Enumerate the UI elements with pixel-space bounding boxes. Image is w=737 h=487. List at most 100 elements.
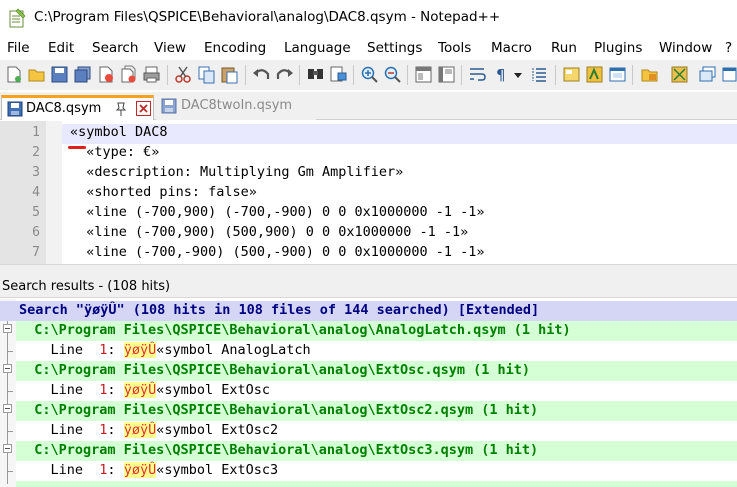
redo-icon[interactable] <box>275 65 294 84</box>
show-all-chars-icon[interactable]: ¶ <box>491 65 510 84</box>
close-all-icon[interactable] <box>119 65 138 84</box>
replace-icon[interactable] <box>329 65 348 84</box>
save-icon[interactable] <box>50 65 69 84</box>
sync-v-icon[interactable] <box>414 65 433 84</box>
indent-guide-icon[interactable] <box>530 65 549 84</box>
open-file-icon[interactable] <box>27 65 46 84</box>
result-line-row[interactable]: Line 1: ÿøÿÛ«symbol ExtOsc3 <box>16 461 737 481</box>
fold-line <box>7 314 8 484</box>
fold-toggle-icon[interactable] <box>3 404 12 413</box>
code-line[interactable]: «line (-700,900) (-700,-900) 0 0 0x10000… <box>70 204 484 220</box>
zoom-in-icon[interactable] <box>360 65 379 84</box>
menu-edit[interactable]: Edit <box>48 40 74 56</box>
code-line[interactable]: «symbol DAC8 <box>70 124 168 140</box>
search-summary-row[interactable]: Search "ÿøÿÛ" (108 hits in 108 files of … <box>0 301 737 321</box>
code-line[interactable]: «line (-700,-900) (500,-900) 0 0 0x10000… <box>70 244 484 260</box>
result-file-row[interactable]: C:\Program Files\QSPICE\Behavioral\analo… <box>16 361 737 381</box>
sync-h-icon[interactable] <box>437 65 456 84</box>
line-prefix: Line <box>18 462 100 478</box>
zoom-out-icon[interactable] <box>383 65 402 84</box>
search-results-panel[interactable]: Search "ÿøÿÛ" (108 hits in 108 files of … <box>0 299 737 487</box>
fold-end <box>7 431 13 432</box>
undo-icon[interactable] <box>252 65 271 84</box>
menu-window[interactable]: Window <box>659 40 712 56</box>
tab-close-icon[interactable] <box>136 101 151 116</box>
result-file-row-partial[interactable] <box>16 481 737 487</box>
record-macro-icon[interactable] <box>722 65 737 84</box>
hit-text: ÿøÿÛ <box>123 422 157 438</box>
menu-settings[interactable]: Settings <box>367 40 422 56</box>
paste-icon[interactable] <box>220 65 239 84</box>
title-bar: C:\Program Files\QSPICE\Behavioral\analo… <box>0 0 737 36</box>
tab-dac8[interactable]: DAC8.qsym <box>1 95 154 120</box>
saved-file-icon <box>7 101 23 117</box>
pin-icon[interactable] <box>114 101 128 117</box>
tab-label: DAC8twoIn.qsym <box>181 98 293 113</box>
fold-end <box>7 391 13 392</box>
code-editor[interactable]: 1 2 3 4 5 6 7 «symbol DAC8 «type: €» «de… <box>0 121 737 264</box>
menu-file[interactable]: File <box>7 40 30 56</box>
doc-map-icon[interactable] <box>562 65 581 84</box>
line-prefix: Line <box>18 382 100 398</box>
line-sep: : <box>107 382 124 398</box>
monitor-icon[interactable] <box>670 65 689 84</box>
toolbar-separator <box>461 65 462 85</box>
menu-run[interactable]: Run <box>551 40 577 56</box>
fold-toggle-icon[interactable] <box>3 444 12 453</box>
line-prefix: Line <box>18 342 100 358</box>
menu-encoding[interactable]: Encoding <box>204 40 266 56</box>
fold-end <box>7 351 13 352</box>
toolbar: ¶ <box>0 60 737 90</box>
fold-end <box>7 471 13 472</box>
annotation-mark <box>68 146 86 149</box>
toolbar-separator <box>167 65 168 85</box>
result-file-row[interactable]: C:\Program Files\QSPICE\Behavioral\analo… <box>16 441 737 461</box>
folder-workspace-icon[interactable] <box>608 65 627 84</box>
copy-icon[interactable] <box>197 65 216 84</box>
menu-view[interactable]: View <box>154 40 186 56</box>
save-all-icon[interactable] <box>73 65 92 84</box>
close-icon[interactable] <box>96 65 115 84</box>
code-line[interactable]: «description: Multiplying Gm Amplifier» <box>70 164 403 180</box>
menu-search[interactable]: Search <box>92 40 138 56</box>
result-file-path: C:\Program Files\QSPICE\Behavioral\analo… <box>18 442 539 458</box>
word-wrap-icon[interactable] <box>468 65 487 84</box>
code-line[interactable]: «shorted pins: false» <box>70 184 257 200</box>
menu-tools[interactable]: Tools <box>438 40 471 56</box>
new-file-icon[interactable] <box>4 65 23 84</box>
line-number: 3 <box>32 165 40 180</box>
menu-bar: File Edit Search View Encoding Language … <box>0 37 737 59</box>
result-line-row[interactable]: Line 1: ÿøÿÛ«symbol AnalogLatch <box>16 341 737 361</box>
line-sep: : <box>107 342 124 358</box>
dropdown-icon[interactable] <box>512 65 524 84</box>
toolbar-separator <box>245 65 246 85</box>
result-line-row[interactable]: Line 1: ÿøÿÛ«symbol ExtOsc2 <box>16 421 737 441</box>
result-file-path: C:\Program Files\QSPICE\Behavioral\analo… <box>18 362 531 378</box>
menu-language[interactable]: Language <box>284 40 351 56</box>
toolbar-separator <box>353 65 354 85</box>
menu-help[interactable]: ? <box>725 40 732 56</box>
code-line[interactable]: «line (-700,900) (500,900) 0 0 0x1000000… <box>70 224 468 240</box>
folder-icon[interactable] <box>640 65 659 84</box>
fold-toggle-icon[interactable] <box>3 364 12 373</box>
result-file-row[interactable]: C:\Program Files\QSPICE\Behavioral\analo… <box>16 401 737 421</box>
line-sep: : <box>107 422 124 438</box>
result-file-path: C:\Program Files\QSPICE\Behavioral\analo… <box>18 322 571 338</box>
function-list-icon[interactable] <box>585 65 604 84</box>
line-number: 5 <box>32 205 40 220</box>
fold-margin[interactable] <box>46 121 62 264</box>
result-line-row[interactable]: Line 1: ÿøÿÛ«symbol ExtOsc <box>16 381 737 401</box>
menu-macro[interactable]: Macro <box>491 40 532 56</box>
cut-icon[interactable] <box>174 65 193 84</box>
tab-dac8twoin[interactable]: DAC8twoIn.qsym <box>156 95 316 120</box>
panel-splitter[interactable] <box>0 264 737 276</box>
line-number: 7 <box>32 245 40 260</box>
find-icon[interactable] <box>306 65 325 84</box>
menu-plugins[interactable]: Plugins <box>594 40 642 56</box>
fold-toggle-icon[interactable] <box>3 324 12 333</box>
multi-window-icon[interactable] <box>698 65 717 84</box>
saved-file-icon <box>161 98 177 114</box>
search-results-header: Search results - (108 hits) <box>0 276 737 298</box>
print-icon[interactable] <box>142 65 161 84</box>
result-file-row[interactable]: C:\Program Files\QSPICE\Behavioral\analo… <box>16 321 737 341</box>
